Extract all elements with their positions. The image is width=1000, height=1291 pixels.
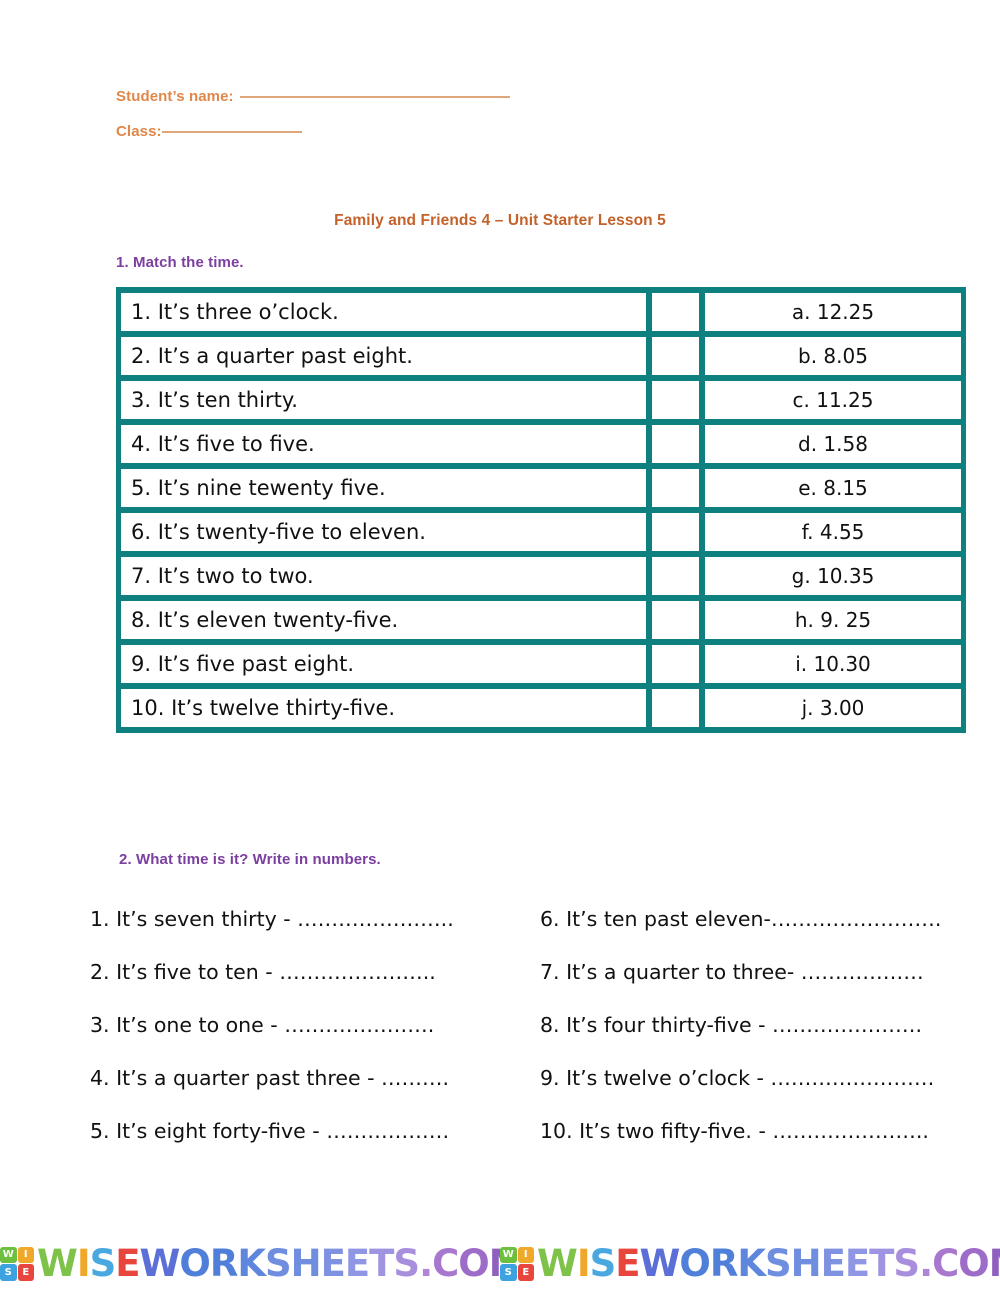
- match-option-text: b. 8.05: [798, 344, 868, 368]
- match-option-cell: b. 8.05: [705, 337, 961, 375]
- matching-table: 1. It’s three o’clock. a. 12.25 2. It’s a …: [116, 287, 966, 733]
- student-name-write-rule[interactable]: [239, 96, 510, 98]
- table-row: 5. It’s nine tewenty five. e. 8.15: [121, 469, 961, 507]
- match-option-text: e. 8.15: [798, 476, 868, 500]
- watermark-wordmark: WISEWORKSHEETS.COM: [37, 1245, 500, 1282]
- class-field-row: Class:: [116, 123, 716, 140]
- match-prompt-text: 8. It’s eleven twenty-five.: [131, 607, 399, 632]
- match-prompt-text: 7. It’s two to two.: [131, 563, 314, 588]
- worksheet-title: Family and Friends 4 – Unit Starter Less…: [334, 212, 666, 229]
- match-prompt-cell: 2. It’s a quarter past eight.: [121, 337, 646, 375]
- match-answer-box[interactable]: [652, 513, 699, 551]
- match-option-cell: c. 11.25: [705, 381, 961, 419]
- match-option-cell: f. 4.55: [705, 513, 961, 551]
- match-prompt-cell: 6. It’s twenty-five to eleven.: [121, 513, 646, 551]
- table-row: 2. It’s a quarter past eight. b. 8.05: [121, 337, 961, 375]
- match-answer-box[interactable]: [652, 601, 699, 639]
- class-write-rule[interactable]: [161, 131, 302, 133]
- wiseworksheets-logo-icon: WISE: [0, 1246, 34, 1281]
- match-prompt-cell: 7. It’s two to two.: [121, 557, 646, 595]
- match-prompt-cell: 9. It’s five past eight.: [121, 645, 646, 683]
- match-option-cell: e. 8.15: [705, 469, 961, 507]
- section-2-heading: 2. What time is it? Write in numbers.: [119, 851, 381, 868]
- match-option-cell: d. 1.58: [705, 425, 961, 463]
- match-answer-box[interactable]: [652, 645, 699, 683]
- match-option-cell: a. 12.25: [705, 293, 961, 331]
- match-prompt-text: 1. It’s three o’clock.: [131, 299, 339, 324]
- match-option-cell: j. 3.00: [705, 689, 961, 727]
- match-option-text: h. 9. 25: [794, 608, 872, 632]
- match-option-cell: i. 10.30: [705, 645, 961, 683]
- match-option-cell: h. 9. 25: [705, 601, 961, 639]
- write-in-section: 1. It’s seven thirty - ………………….. 2. It’s …: [0, 893, 1000, 1158]
- logo-letter-i: I: [517, 1246, 534, 1263]
- match-prompt-text: 10. It’s twelve thirty-five.: [131, 695, 396, 720]
- student-name-field-row: Student’s name:: [116, 88, 716, 105]
- match-prompt-text: 5. It’s nine tewenty five.: [131, 475, 386, 500]
- match-option-text: j. 3.00: [801, 696, 865, 720]
- wiseworksheets-watermark: WISEWISEWORKSHEETS.COMWISEWISEWORKSHEETS…: [0, 1236, 1000, 1291]
- class-label: Class:: [116, 123, 162, 140]
- match-answer-box[interactable]: [652, 469, 699, 507]
- write-in-item[interactable]: 6. It’s ten past eleven-…………………….: [540, 893, 941, 946]
- match-answer-box[interactable]: [652, 381, 699, 419]
- table-row: 10. It’s twelve thirty-five. j. 3.00: [121, 689, 961, 727]
- match-prompt-text: 3. It’s ten thirty.: [131, 387, 298, 412]
- match-option-text: f. 4.55: [801, 520, 865, 544]
- watermark-wordmark: WISEWORKSHEETS.COM: [537, 1245, 1000, 1282]
- logo-letter-w: W: [500, 1246, 517, 1263]
- table-row: 9. It’s five past eight. i. 10.30: [121, 645, 961, 683]
- match-answer-box[interactable]: [652, 557, 699, 595]
- table-row: 3. It’s ten thirty. c. 11.25: [121, 381, 961, 419]
- student-name-label: Student’s name:: [116, 88, 234, 105]
- write-in-item[interactable]: 8. It’s four thirty-five - ………………….: [540, 999, 922, 1052]
- table-row: 8. It’s eleven twenty-five. h. 9. 25: [121, 601, 961, 639]
- table-row: 1. It’s three o’clock. a. 12.25: [121, 293, 961, 331]
- match-prompt-cell: 5. It’s nine tewenty five.: [121, 469, 646, 507]
- match-option-text: a. 12.25: [791, 300, 875, 324]
- match-answer-box[interactable]: [652, 337, 699, 375]
- write-in-item[interactable]: 9. It’s twelve o’clock - ……………………: [540, 1052, 934, 1105]
- match-prompt-cell: 4. It’s five to five.: [121, 425, 646, 463]
- match-answer-box[interactable]: [652, 689, 699, 727]
- match-option-text: c. 11.25: [792, 388, 874, 412]
- match-prompt-text: 2. It’s a quarter past eight.: [131, 343, 413, 368]
- table-row: 6. It’s twenty-five to eleven. f. 4.55: [121, 513, 961, 551]
- match-option-text: i. 10.30: [795, 652, 871, 676]
- match-option-text: g. 10.35: [791, 564, 875, 588]
- logo-letter-e: E: [517, 1264, 534, 1281]
- match-prompt-cell: 1. It’s three o’clock.: [121, 293, 646, 331]
- write-in-item[interactable]: 10. It’s two fifty-five. - …………………..: [540, 1105, 929, 1158]
- logo-letter-e: E: [17, 1264, 34, 1281]
- write-in-column-right: 6. It’s ten past eleven-……………………. 7. It’s…: [65, 893, 941, 1158]
- match-answer-box[interactable]: [652, 293, 699, 331]
- match-prompt-text: 6. It’s twenty-five to eleven.: [131, 519, 426, 544]
- section-1-heading: 1. Match the time.: [116, 254, 244, 271]
- logo-letter-s: S: [500, 1264, 517, 1281]
- match-prompt-text: 9. It’s five past eight.: [131, 651, 355, 676]
- match-prompt-text: 4. It’s five to five.: [131, 431, 315, 456]
- match-option-text: d. 1.58: [798, 432, 868, 456]
- match-prompt-cell: 3. It’s ten thirty.: [121, 381, 646, 419]
- table-row: 4. It’s five to five. d. 1.58: [121, 425, 961, 463]
- match-prompt-cell: 8. It’s eleven twenty-five.: [121, 601, 646, 639]
- student-info-block: Student’s name: Class:: [116, 88, 716, 140]
- match-option-cell: g. 10.35: [705, 557, 961, 595]
- watermark-unit: WISEWISEWORKSHEETS.COM: [500, 1245, 1000, 1282]
- table-row: 7. It’s two to two. g. 10.35: [121, 557, 961, 595]
- match-answer-box[interactable]: [652, 425, 699, 463]
- logo-letter-w: W: [0, 1246, 17, 1263]
- write-in-item[interactable]: 7. It’s a quarter to three- ………………: [540, 946, 924, 999]
- watermark-unit: WISEWISEWORKSHEETS.COM: [0, 1245, 500, 1282]
- logo-letter-i: I: [17, 1246, 34, 1263]
- match-prompt-cell: 10. It’s twelve thirty-five.: [121, 689, 646, 727]
- wiseworksheets-logo-icon: WISE: [500, 1246, 534, 1281]
- logo-letter-s: S: [0, 1264, 17, 1281]
